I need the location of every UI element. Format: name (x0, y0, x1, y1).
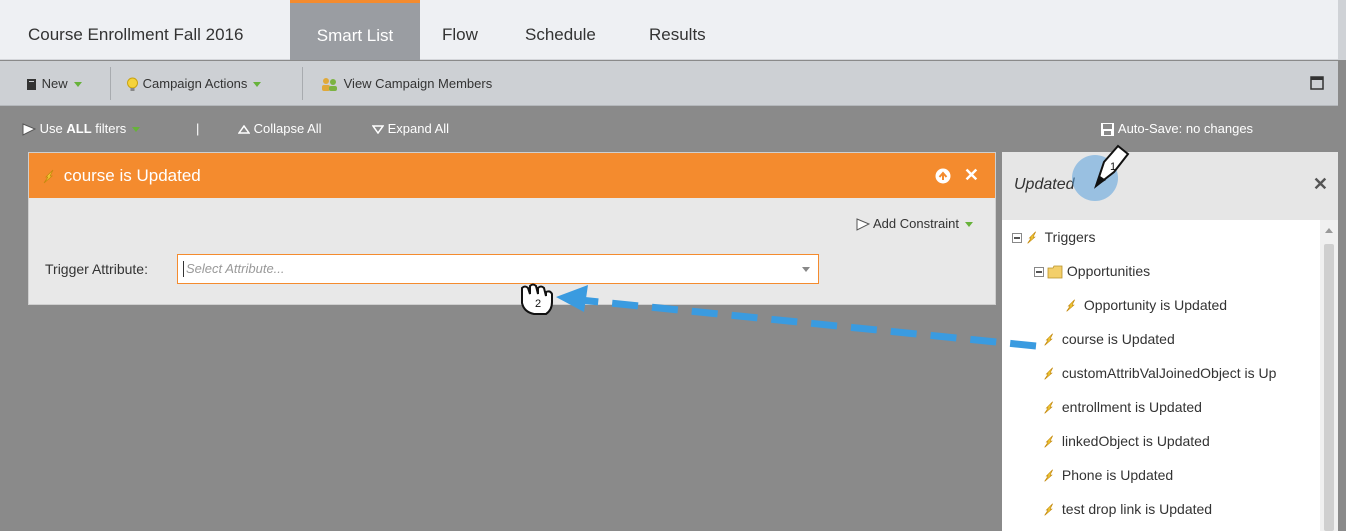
use-all-prefix: Use (39, 121, 67, 136)
view-campaign-members-label: View Campaign Members (343, 76, 493, 91)
tree-node-label: entrollment is Updated (1061, 399, 1202, 415)
triangle-down-icon (372, 125, 384, 135)
chevron-down-icon (132, 127, 141, 133)
tab-results[interactable]: Results (635, 0, 720, 60)
campaign-actions-button[interactable]: Campaign Actions (126, 61, 262, 106)
new-button-label: New (41, 76, 68, 91)
trigger-attribute-placeholder: Select Attribute... (186, 261, 285, 276)
tab-campaign-name[interactable]: Course Enrollment Fall 2016 (14, 0, 257, 60)
step-1-highlight (1072, 155, 1118, 201)
dropdown-arrow-icon[interactable] (802, 267, 810, 272)
filter-panel: course is Updated ✕ Add Constraint Trigg… (28, 152, 996, 305)
tree-node-label: Triggers (1044, 229, 1096, 245)
expand-all-label: Expand All (387, 121, 450, 136)
tree-node-entrollment-is-updated[interactable]: entrollment is Updated (1042, 392, 1202, 422)
tab-schedule[interactable]: Schedule (511, 0, 610, 60)
filter-funnel-icon (22, 123, 36, 136)
use-all-filters-dropdown[interactable]: Use ALL filters (22, 107, 141, 151)
tree-node-course-is-updated[interactable]: course is Updated (1042, 324, 1175, 354)
tab-flow[interactable]: Flow (428, 0, 492, 60)
collapse-toggle-icon[interactable] (1012, 233, 1022, 244)
tab-bar-edge (1338, 0, 1346, 60)
new-document-icon (27, 79, 36, 91)
save-disk-icon (1101, 123, 1114, 137)
filter-panel-header: course is Updated ✕ (29, 153, 995, 198)
tree-node-label: Opportunity is Updated (1083, 297, 1228, 313)
use-all-bold: ALL (66, 121, 92, 136)
tree-node-label: Phone is Updated (1061, 467, 1174, 483)
tree-node-opportunity-is-updated[interactable]: Opportunity is Updated (1064, 290, 1227, 320)
trigger-attribute-label: Trigger Attribute: (45, 261, 148, 277)
filter-palette-header: Updated ✕ (1002, 152, 1338, 220)
chevron-down-icon (253, 82, 262, 88)
trigger-bolt-icon (1044, 333, 1053, 346)
people-icon (322, 78, 337, 92)
tree-node-label: test drop link is Updated (1061, 501, 1213, 517)
auto-save-status: Auto-Save: no changes (1100, 107, 1253, 151)
triangle-up-icon (238, 125, 250, 134)
trigger-bolt-icon (1066, 299, 1075, 312)
move-up-icon[interactable] (935, 153, 951, 198)
auto-save-label: Auto-Save: no changes (1117, 121, 1254, 136)
filter-funnel-icon (856, 218, 871, 231)
dashed-drag-line (579, 296, 1037, 350)
trigger-bolt-icon (1044, 503, 1053, 516)
toolbar: New Campaign Actions View Campaign Membe… (0, 61, 1338, 106)
close-filter-icon[interactable]: ✕ (964, 153, 979, 198)
toolbar-divider (110, 67, 111, 100)
maximize-icon[interactable] (1310, 76, 1324, 90)
scroll-up-icon[interactable] (1325, 228, 1333, 233)
new-button[interactable]: New (26, 61, 82, 106)
trigger-bolt-icon (1044, 435, 1053, 448)
use-all-suffix: filters (91, 121, 127, 136)
collapse-toggle-icon[interactable] (1034, 267, 1044, 278)
tree-node-label: linkedObject is Updated (1061, 433, 1210, 449)
trigger-tree: Triggers Opportunities Opportunity is Up… (1002, 220, 1320, 531)
add-constraint-button[interactable]: Add Constraint (856, 216, 973, 231)
tree-node-opportunities[interactable]: Opportunities (1034, 256, 1150, 286)
filter-bar: Use ALL filters | Collapse All Expand Al… (0, 107, 1338, 151)
campaign-actions-label: Campaign Actions (142, 76, 248, 91)
toolbar-divider (302, 67, 303, 100)
folder-icon (1047, 265, 1063, 279)
trigger-bolt-icon (1044, 367, 1053, 380)
text-cursor (183, 261, 184, 277)
trigger-bolt-icon (43, 169, 54, 183)
tab-bar: Course Enrollment Fall 2016 Smart List F… (0, 0, 1346, 60)
expand-all-button[interactable]: Expand All (372, 107, 449, 151)
trigger-bolt-icon (1044, 469, 1053, 482)
palette-search-input[interactable]: Updated (1014, 176, 1075, 194)
trigger-bolt-icon (1027, 231, 1036, 244)
close-icon[interactable]: ✕ (1313, 174, 1328, 195)
scrollbar-thumb[interactable] (1324, 244, 1334, 531)
add-constraint-label: Add Constraint (873, 216, 959, 231)
tree-node-label: customAttribValJoinedObject is Up (1061, 365, 1277, 381)
tree-node-phone-is-updated[interactable]: Phone is Updated (1042, 460, 1173, 490)
filter-palette: Updated ✕ Triggers Opportunities Opportu… (1002, 152, 1338, 531)
collapse-all-button[interactable]: Collapse All (238, 107, 322, 151)
tree-node-linkedobject-is-updated[interactable]: linkedObject is Updated (1042, 426, 1210, 456)
tree-node-label: course is Updated (1061, 331, 1175, 347)
tree-scrollbar[interactable] (1320, 220, 1338, 531)
filter-bar-separator: | (196, 121, 200, 136)
tree-node-triggers[interactable]: Triggers (1012, 222, 1095, 252)
tree-node-label: Opportunities (1066, 263, 1151, 279)
lightbulb-icon (127, 77, 138, 92)
view-campaign-members-button[interactable]: View Campaign Members (320, 61, 492, 106)
tree-node-test-drop-link-is-updated[interactable]: test drop link is Updated (1042, 494, 1212, 524)
chevron-down-icon (73, 82, 82, 88)
chevron-down-icon (965, 222, 973, 228)
collapse-all-label: Collapse All (253, 121, 322, 136)
tree-node-customattribvaljoinedobject-is-updated[interactable]: customAttribValJoinedObject is Up (1042, 358, 1276, 388)
tab-smart-list[interactable]: Smart List (290, 0, 420, 60)
trigger-attribute-select[interactable]: Select Attribute... (177, 254, 819, 284)
filter-panel-title: course is Updated (63, 166, 201, 185)
trigger-bolt-icon (1044, 401, 1053, 414)
